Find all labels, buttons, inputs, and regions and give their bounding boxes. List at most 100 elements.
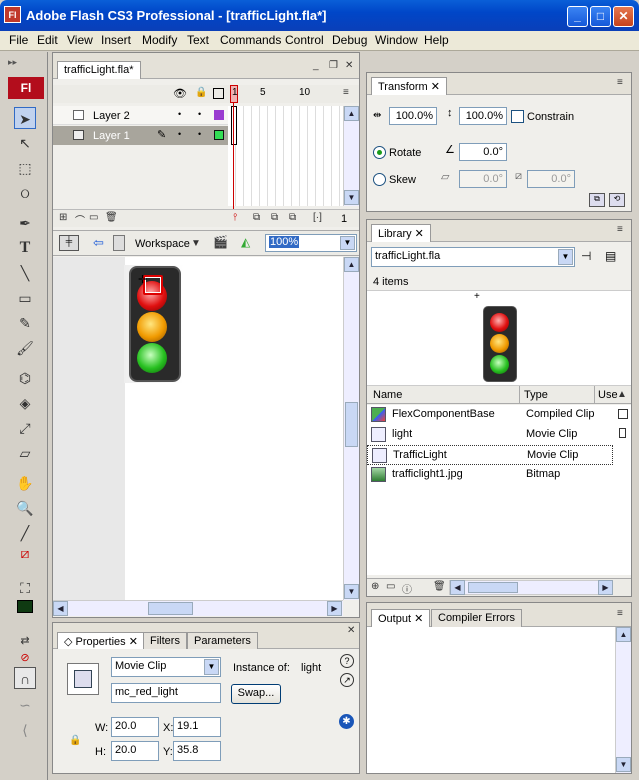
scroll-down-icon[interactable]: ▼ <box>344 190 359 205</box>
green-light[interactable] <box>137 343 167 373</box>
stage-hscroll[interactable]: ◀ ▶ <box>53 600 343 616</box>
eraser-tool-icon[interactable]: ▱ <box>14 442 36 464</box>
scroll-down-icon[interactable]: ▼ <box>616 757 631 772</box>
fill-bucket-icon[interactable]: ⛶ <box>14 577 36 599</box>
no-color-icon[interactable]: ⊘ <box>14 647 36 669</box>
tab-library[interactable]: Library ✕ <box>371 224 431 242</box>
menu-insert[interactable]: Insert <box>101 33 131 47</box>
minimize-doc-icon[interactable]: _ <box>313 60 319 71</box>
subselection-tool-icon[interactable]: ↖ <box>14 132 36 154</box>
keyframe-cell[interactable] <box>231 106 237 145</box>
layer-color-swatch[interactable] <box>214 130 224 140</box>
skew-h-field[interactable]: 0.0° <box>459 170 507 188</box>
pencil-tool-icon[interactable]: ✎ <box>14 312 36 334</box>
edit-multiple-icon[interactable]: ⧉ <box>289 212 296 223</box>
lock-icon[interactable]: 🔒 <box>195 87 207 98</box>
new-symbol-icon[interactable]: ⊕ <box>371 581 379 592</box>
scroll-right-icon[interactable]: ▶ <box>327 601 342 616</box>
insert-layer-icon[interactable]: ⊞ <box>59 212 67 223</box>
tab-properties[interactable]: ◇ Properties ✕ <box>57 632 145 649</box>
instance-name-field[interactable]: mc_red_light <box>111 683 221 703</box>
menu-debug[interactable]: Debug <box>332 33 367 47</box>
constrain-checkbox[interactable] <box>511 110 524 123</box>
smooth-icon[interactable]: ∽ <box>14 694 36 716</box>
tab-filters[interactable]: Filters <box>143 632 187 649</box>
stage-vscroll[interactable]: ▲ ▼ <box>343 257 359 600</box>
width-field[interactable]: 20.0 <box>111 717 159 737</box>
zoom-dropdown-icon[interactable]: ▼ <box>340 236 355 250</box>
output-vscroll[interactable]: ▲ ▼ <box>615 627 631 773</box>
scroll-down-icon[interactable]: ▼ <box>344 584 359 599</box>
symbol-type-select[interactable]: Movie Clip ▼ <box>111 657 221 677</box>
brush-tool-icon[interactable]: 🖌 <box>14 337 36 359</box>
skew-v-field[interactable]: 0.0° <box>527 170 575 188</box>
layer-name[interactable]: Layer 2 <box>93 110 130 122</box>
scroll-left-icon[interactable]: ◀ <box>53 601 68 616</box>
close-panel-icon[interactable]: ✕ <box>347 625 355 636</box>
skew-radio[interactable] <box>373 173 386 186</box>
column-name[interactable]: Name <box>373 389 402 401</box>
doc-tab[interactable]: trafficLight.fla* <box>57 61 141 79</box>
edit-scene-icon[interactable]: 🎬 <box>213 235 228 249</box>
height-scale-field[interactable]: 100.0% <box>459 107 507 125</box>
zoom-value[interactable]: 100% <box>269 236 300 248</box>
modify-markers-icon[interactable]: [·] <box>313 212 322 223</box>
zoom-select[interactable]: 100% ▼ <box>265 234 357 252</box>
menu-view[interactable]: View <box>67 33 93 47</box>
frames-grid[interactable] <box>228 106 343 206</box>
close-button[interactable]: ✕ <box>613 6 634 27</box>
pen-tool-icon[interactable]: ✒ <box>14 212 36 234</box>
eye-icon[interactable]: 👁 <box>173 87 187 100</box>
ink-bottle-tool-icon[interactable]: ⌬ <box>14 367 36 389</box>
panel-menu-icon[interactable]: ≡ <box>617 224 623 235</box>
scroll-up-icon[interactable]: ▲ <box>344 106 359 121</box>
lock-ratio-icon[interactable]: 🔒 <box>69 735 81 746</box>
add-motion-guide-icon[interactable]: ⌒ <box>75 212 85 227</box>
lasso-tool-icon[interactable]: ଠ <box>14 182 36 204</box>
dropdown-icon[interactable]: ▼ <box>204 659 219 675</box>
lock-dot-icon[interactable]: • <box>198 129 201 139</box>
tab-transform[interactable]: Transform ✕ <box>371 77 447 95</box>
width-scale-field[interactable]: 100.0% <box>389 107 437 125</box>
output-text-area[interactable] <box>367 627 615 773</box>
stage-area[interactable]: ✛ <box>53 257 343 600</box>
layer-name[interactable]: Layer 1 <box>93 130 130 142</box>
restore-doc-icon[interactable]: ❐ <box>329 60 338 71</box>
narrow-view-icon[interactable] <box>619 428 626 438</box>
new-folder-icon[interactable]: ▭ <box>386 581 395 592</box>
tab-parameters[interactable]: Parameters <box>187 632 258 649</box>
y-field[interactable]: 35.8 <box>173 741 221 761</box>
stroke-color-icon[interactable]: ╱ <box>14 522 36 544</box>
reset-transform-icon[interactable]: ⟲ <box>609 193 625 207</box>
timeline-vscroll[interactable]: ▲ ▼ <box>343 106 359 206</box>
column-type[interactable]: Type <box>524 389 548 401</box>
close-doc-icon[interactable]: ✕ <box>345 60 353 71</box>
menu-file[interactable]: File <box>9 33 28 47</box>
insert-folder-icon[interactable]: ▭ <box>89 212 98 223</box>
scroll-left-icon[interactable]: ◀ <box>450 580 465 595</box>
hand-tool-icon[interactable]: ✋ <box>14 472 36 494</box>
accessibility-icon[interactable]: ✱ <box>339 714 354 729</box>
properties-icon[interactable]: ⓘ <box>402 581 412 596</box>
back-arrow-icon[interactable]: ⇦ <box>93 235 104 251</box>
copy-transform-icon[interactable]: ⧉ <box>589 193 605 207</box>
straighten-icon[interactable]: ⟨ <box>14 719 36 741</box>
menu-text[interactable]: Text <box>187 33 209 47</box>
minimize-button[interactable]: _ <box>567 6 588 27</box>
fill-stroke-none-icon[interactable]: ⧄ <box>14 542 36 564</box>
new-library-panel-icon[interactable]: ▤ <box>605 249 616 263</box>
eyedropper-tool-icon[interactable]: ⤢ <box>14 417 36 439</box>
sort-icon[interactable]: ▲ <box>617 389 627 400</box>
zoom-tool-icon[interactable]: 🔍 <box>14 497 36 519</box>
rotate-radio[interactable] <box>373 146 386 159</box>
help-icon[interactable]: ? <box>340 654 354 668</box>
workspace-dropdown-icon[interactable]: ▼ <box>191 238 201 249</box>
menu-control[interactable]: Control <box>285 33 324 47</box>
text-tool-icon[interactable]: T <box>14 237 36 259</box>
scroll-thumb[interactable] <box>345 402 358 447</box>
edit-actions-icon[interactable]: ↗ <box>340 673 354 687</box>
delete-icon[interactable]: 🗑 <box>433 581 446 592</box>
list-item[interactable]: FlexComponentBase Compiled Clip <box>367 405 625 425</box>
pin-library-icon[interactable]: ⊣ <box>581 249 591 263</box>
tab-output[interactable]: Output ✕ <box>371 609 431 627</box>
